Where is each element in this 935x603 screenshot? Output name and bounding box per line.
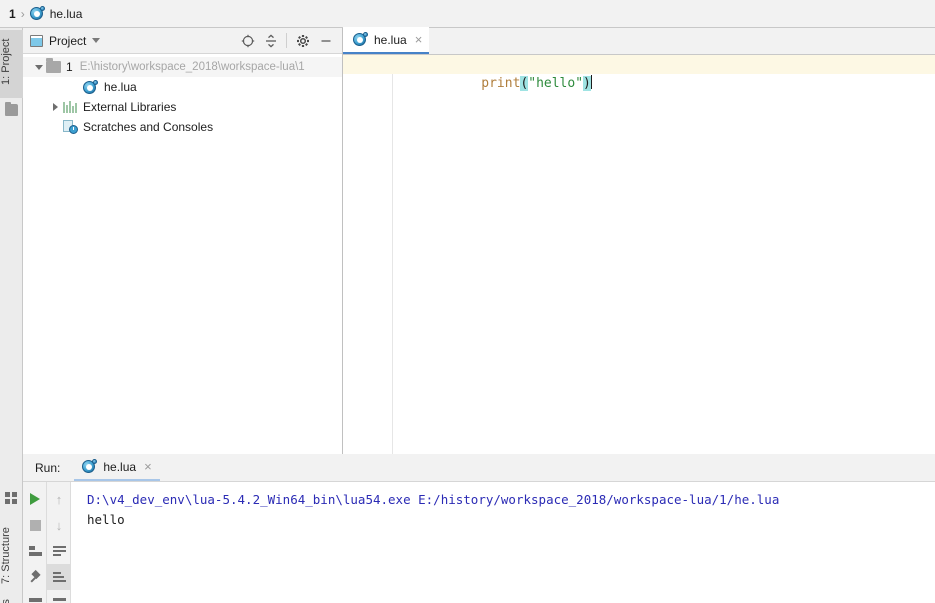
tree-row[interactable]: he.lua — [23, 77, 342, 97]
code-token-close-paren: ) — [583, 76, 591, 91]
breadcrumb-project-label: 1 — [9, 6, 16, 21]
lua-file-icon — [29, 6, 45, 21]
project-toolbar-actions — [236, 30, 337, 52]
soft-wrap-button[interactable] — [47, 538, 71, 564]
run-header: Run: he.lua × — [23, 455, 935, 482]
console-output-line: hello — [87, 512, 125, 527]
select-opened-file-icon[interactable] — [236, 30, 259, 52]
close-icon[interactable]: × — [413, 33, 423, 46]
run-body: ↑ ↓ D:\v4_dev_env\lua-5.4.2_Win64_bin\lu… — [23, 482, 935, 603]
editor-tabbar: he.lua × — [343, 27, 935, 55]
up-arrow-button[interactable]: ↑ — [47, 486, 71, 512]
run-secondary-toolbar: ↑ ↓ — [47, 482, 71, 603]
lua-file-icon — [83, 79, 98, 95]
structure-icon — [5, 492, 18, 504]
run-left-toolbar — [23, 482, 47, 603]
rerun-button[interactable] — [23, 486, 47, 512]
tree-item-label: he.lua — [104, 80, 137, 94]
project-folder-icon — [5, 102, 18, 116]
breadcrumb-project[interactable]: 1 — [9, 7, 16, 21]
lua-file-icon — [82, 459, 98, 474]
folder-icon — [46, 58, 61, 73]
editor-gutter[interactable]: 1 — [343, 55, 393, 454]
scroll-to-end-button[interactable] — [47, 564, 71, 590]
run-tool-window: Run: he.lua × ↑ ↓ D:\v4_dev_env\lua-5.4.… — [23, 455, 935, 603]
scratches-icon — [63, 120, 78, 134]
run-console-output[interactable]: D:\v4_dev_env\lua-5.4.2_Win64_bin\lua54.… — [71, 482, 935, 603]
chevron-down-icon[interactable] — [31, 65, 46, 70]
run-label: Run: — [35, 461, 61, 475]
editor-code-column[interactable]: print("hello") — [343, 55, 935, 454]
collapse-all-icon[interactable] — [259, 30, 282, 52]
breadcrumb-navbar: 1 › he.lua — [0, 0, 935, 28]
hide-panel-icon[interactable] — [314, 30, 337, 52]
code-line-1[interactable]: print("hello") — [393, 55, 935, 91]
tree-item-label: 1 — [66, 60, 73, 74]
project-window-icon — [30, 34, 43, 47]
pin-tab-button[interactable] — [23, 564, 47, 590]
breadcrumb-separator: › — [20, 6, 25, 21]
code-token-function: print — [481, 76, 521, 91]
project-tree: 1 E:\history\workspace_2018\workspace-lu… — [23, 54, 342, 137]
run-tab-he-lua[interactable]: he.lua × — [74, 454, 160, 481]
chevron-down-icon[interactable] — [92, 38, 101, 43]
tree-row[interactable]: 1 E:\history\workspace_2018\workspace-lu… — [23, 57, 342, 77]
tree-row[interactable]: Scratches and Consoles — [23, 117, 342, 137]
sidebar-tab-favorites[interactable]: orites — [0, 594, 23, 603]
down-arrow-button[interactable]: ↓ — [47, 512, 71, 538]
settings-button[interactable] — [23, 590, 47, 603]
text-caret — [590, 75, 592, 89]
sidebar-tab-structure[interactable]: 7: Structure — [0, 520, 23, 594]
tree-row[interactable]: External Libraries — [23, 97, 342, 117]
editor-area: he.lua × 1 print("hello") — [343, 27, 935, 454]
chevron-right-icon[interactable] — [48, 103, 63, 111]
breadcrumb-file-label: he.lua — [49, 6, 83, 21]
tree-item-path: E:\history\workspace_2018\workspace-lua\… — [79, 61, 305, 73]
lua-file-icon — [353, 32, 368, 47]
project-title-group[interactable]: Project — [30, 33, 101, 48]
tree-item-label: External Libraries — [83, 100, 177, 114]
close-icon[interactable]: × — [142, 460, 152, 473]
clear-all-button[interactable] — [47, 590, 71, 603]
project-toolbar: Project — [23, 28, 342, 54]
library-icon — [63, 101, 77, 113]
sidebar-tab-project[interactable]: 1: Project — [0, 30, 23, 98]
stop-button[interactable] — [23, 512, 47, 538]
project-tool-window: Project 1 E:\history\workspace_2018\work… — [23, 28, 343, 454]
editor-body[interactable]: 1 print("hello") — [343, 55, 935, 454]
editor-tab-he-lua[interactable]: he.lua × — [343, 27, 430, 54]
breadcrumb-file[interactable]: he.lua — [29, 6, 83, 21]
console-command-line: D:\v4_dev_env\lua-5.4.2_Win64_bin\lua54.… — [87, 492, 780, 507]
toolbar-divider — [286, 33, 287, 48]
left-tool-strip: 1: Project 7: Structure orites — [0, 28, 23, 603]
run-tab-label: he.lua — [103, 459, 137, 474]
editor-tab-label: he.lua — [374, 32, 407, 47]
settings-gear-icon[interactable] — [291, 30, 314, 52]
code-token-string: "hello" — [528, 76, 584, 91]
project-title-label: Project — [49, 33, 87, 48]
print-rows-button[interactable] — [23, 538, 47, 564]
ide-window: 1 › he.lua 1: Project 7: Structure orite… — [0, 0, 935, 603]
tree-item-label: Scratches and Consoles — [83, 120, 214, 134]
